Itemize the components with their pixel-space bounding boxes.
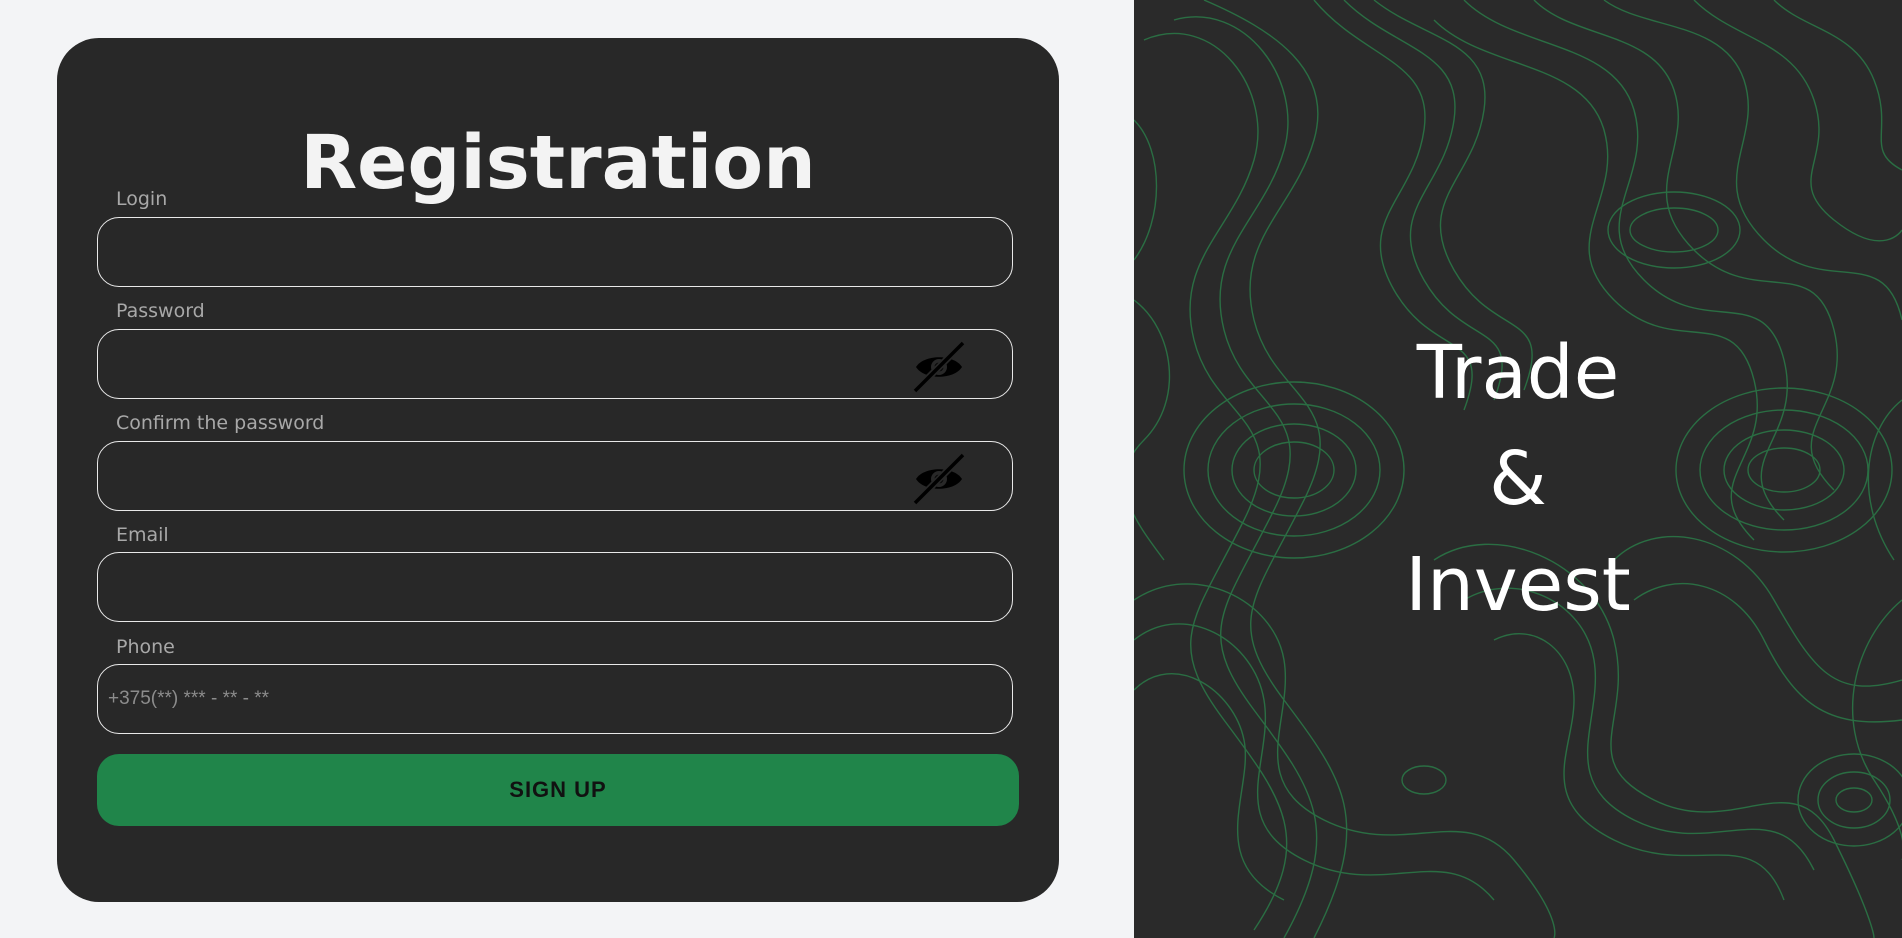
registration-page: Registration Login Password Confirm the …: [0, 0, 1902, 938]
eye-off-icon[interactable]: [912, 340, 966, 394]
login-field-box: [97, 217, 1013, 287]
login-input[interactable]: [108, 218, 888, 286]
confirm-password-label: Confirm the password: [116, 412, 325, 434]
hero-slogan: Trade & Invest: [1134, 320, 1902, 638]
email-label: Email: [116, 524, 169, 546]
sign-up-button[interactable]: SIGN UP: [97, 754, 1019, 826]
phone-input[interactable]: [108, 665, 888, 733]
hero-line-trade: Trade: [1416, 330, 1620, 416]
login-label: Login: [116, 188, 168, 210]
registration-card: Registration Login Password Confirm the …: [57, 38, 1059, 902]
eye-off-icon[interactable]: [912, 452, 966, 506]
hero-line-ampersand: &: [1489, 436, 1547, 522]
confirm-password-input[interactable]: [108, 442, 888, 510]
email-input[interactable]: [108, 553, 888, 621]
hero-panel: Trade & Invest: [1134, 0, 1902, 938]
phone-label: Phone: [116, 636, 175, 658]
password-input[interactable]: [108, 330, 888, 398]
page-title: Registration: [300, 120, 816, 206]
password-label: Password: [116, 300, 205, 322]
confirm-password-field-box: [97, 441, 1013, 511]
phone-field-box: [97, 664, 1013, 734]
hero-line-invest: Invest: [1405, 542, 1631, 628]
email-field-box: [97, 552, 1013, 622]
password-field-box: [97, 329, 1013, 399]
